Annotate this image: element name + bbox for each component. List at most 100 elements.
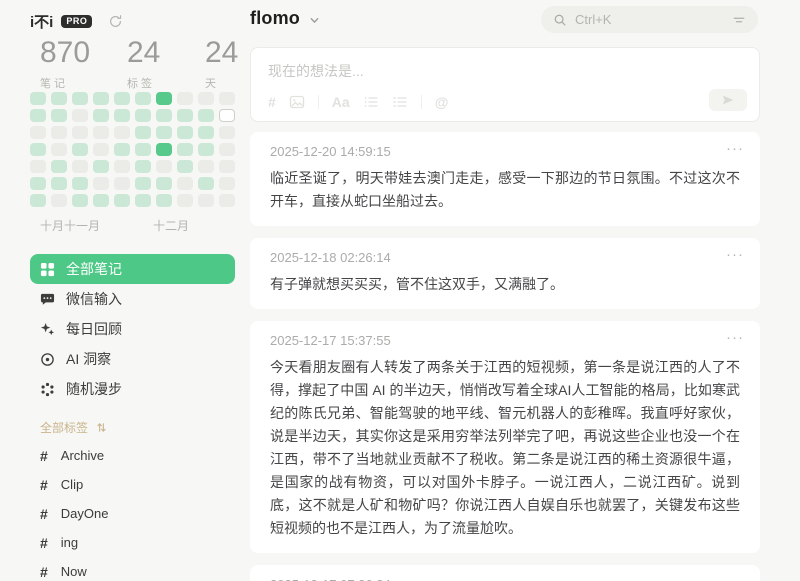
toolbar-divider [318,95,319,109]
stats-row: 870 笔记 24 标签 24 天 [40,36,238,91]
heatmap-cell [198,109,214,122]
stat-tags-value: 24 [127,36,205,70]
heatmap-cell [198,194,214,207]
format-icon[interactable]: Aa [332,95,350,109]
heatmap-cell [135,177,151,190]
heatmap-cell [177,143,193,156]
note-timestamp: 2025-12-17 15:37:55 [270,333,740,348]
hash-icon: # [40,477,48,493]
sync-icon[interactable] [108,14,123,29]
heatmap-cell [114,109,130,122]
stat-notes-label: 笔记 [40,75,127,91]
image-icon[interactable] [289,94,305,110]
send-icon [721,93,735,107]
note-card: 2025-12-20 14:59:15 ··· 临近圣诞了，明天带娃去澳门走走，… [250,132,760,226]
heatmap-cell [135,92,151,105]
more-icon[interactable]: ··· [726,573,744,581]
note-composer[interactable]: 现在的想法是... # Aa [250,47,760,122]
heatmap-cell [30,92,46,105]
heatmap-cell [156,126,172,139]
sidebar-item-label: 微信输入 [66,289,122,309]
heatmap-cell [219,126,235,139]
heatmap-cell [51,143,67,156]
sidebar-item-all-notes[interactable]: 全部笔记 [30,254,235,284]
user-name: i不i [30,11,53,32]
stat-days: 24 天 [205,36,238,91]
filter-icon[interactable] [732,13,746,27]
tags-header-label: 全部标签 [40,419,88,436]
tag-item-archive[interactable]: # Archive [30,441,235,470]
more-icon[interactable]: ··· [726,246,744,263]
heatmap-cell [177,92,193,105]
heatmap-cell [156,143,172,156]
hashtag-icon[interactable]: # [268,95,276,109]
send-button[interactable] [709,89,747,111]
note-content: 临近圣诞了，明天带娃去澳门走走，感受一下那边的节日氛围。不过这次不开车，直接从蛇… [270,167,740,213]
heatmap-cell [30,109,46,122]
heatmap-grid [30,92,235,207]
heatmap-cell [114,92,130,105]
sidebar-item-label: 每日回顾 [66,319,122,339]
tag-label: Now [61,564,87,579]
chevron-down-icon[interactable] [309,15,320,26]
heatmap-cell [177,177,193,190]
tag-label: Clip [61,477,83,492]
heatmap-cell [198,92,214,105]
heatmap-cell [30,126,46,139]
flower-icon [40,382,55,397]
note-timestamp: 2025-12-18 02:26:14 [270,250,740,265]
heatmap-cell [72,177,88,190]
tag-item-ing[interactable]: # ing [30,528,235,557]
notes-feed: 2025-12-20 14:59:15 ··· 临近圣诞了，明天带娃去澳门走走，… [250,132,760,581]
note-card: 2025-12-17 15:37:55 ··· 今天看朋友圈有人转发了两条关于江… [250,321,760,553]
heatmap-cell [72,194,88,207]
tag-item-dayone[interactable]: # DayOne [30,499,235,528]
tag-label: ing [61,535,78,550]
heatmap-cell [198,177,214,190]
hash-icon: # [40,535,48,551]
heatmap-cell [219,109,235,122]
heatmap-cell [114,177,130,190]
chat-icon [40,292,55,307]
note-timestamp: 2025-12-20 14:59:15 [270,144,740,159]
mention-icon[interactable]: @ [435,95,449,109]
heatmap-cell [135,126,151,139]
ordered-list-icon[interactable] [392,94,408,110]
search-icon [553,13,567,27]
sidebar-item-random-walk[interactable]: 随机漫步 [30,374,235,404]
month-label-oct-nov: 十月十一月 [40,219,100,233]
more-icon[interactable]: ··· [726,329,744,346]
search-input[interactable]: Ctrl+K [541,6,758,33]
more-icon[interactable]: ··· [726,140,744,157]
note-card: 2025-12-18 02:26:14 ··· 有子弹就想买买买，管不住这双手，… [250,238,760,309]
heatmap-cell [114,126,130,139]
tag-item-now[interactable]: # Now [30,557,235,581]
sort-icon[interactable] [96,422,107,433]
hash-icon: # [40,506,48,522]
heatmap-cell [156,109,172,122]
heatmap-cell [51,160,67,173]
heatmap-cell [30,143,46,156]
sidebar-item-label: 随机漫步 [66,379,122,399]
sidebar-item-daily-review[interactable]: 每日回顾 [30,314,235,344]
tag-label: Archive [61,448,104,463]
note-content: 有子弹就想买买买，管不住这双手，又满融了。 [270,273,740,296]
sidebar-item-ai-insight[interactable]: AI 洞察 [30,344,235,374]
month-label-dec: 十二月 [153,217,189,234]
grid-icon [40,262,55,277]
composer-placeholder: 现在的想法是... [268,61,364,81]
sidebar-menu: 全部笔记 微信输入 每日回顾 [30,254,235,404]
sidebar-item-wechat-input[interactable]: 微信输入 [30,284,235,314]
search-placeholder: Ctrl+K [575,12,724,27]
tag-item-clip[interactable]: # Clip [30,470,235,499]
heatmap-cell [93,126,109,139]
heatmap-cell [93,194,109,207]
bullet-list-icon[interactable] [363,94,379,110]
note-timestamp: 2025-12-17 07:36:34 [270,577,740,581]
tag-label: DayOne [61,506,109,521]
heatmap-cell [219,143,235,156]
heatmap-cell [93,109,109,122]
tags-section: 全部标签 # Archive # Clip # DayOne # ing # N… [30,414,235,581]
sidebar-item-label: AI 洞察 [66,349,111,369]
heatmap-cell [198,126,214,139]
